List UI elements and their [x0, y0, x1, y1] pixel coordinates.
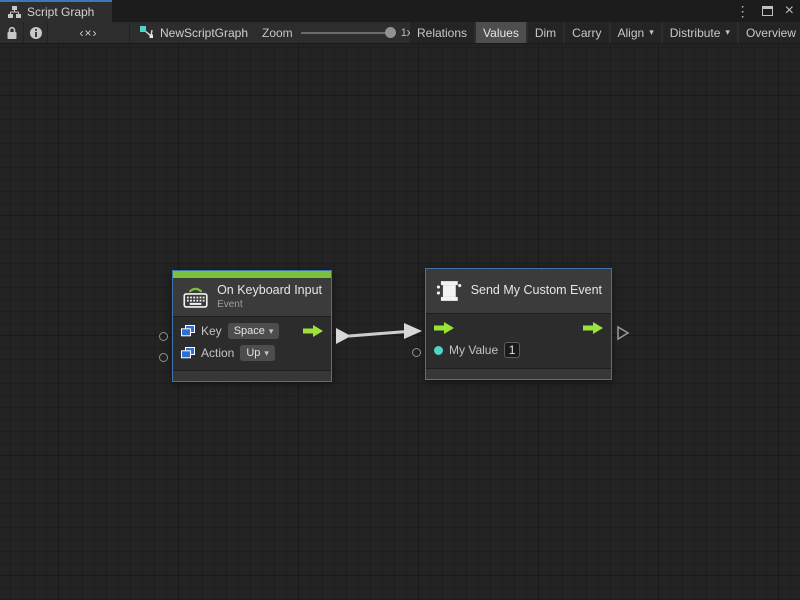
chevron-down-icon: ▾ [269, 326, 274, 337]
node-body: Key Space ▾ Action [173, 316, 331, 370]
key-input-port[interactable] [159, 332, 168, 341]
custom-event-icon [435, 278, 463, 304]
port-row-my-value: My Value 1 [426, 339, 611, 361]
toolbar-button-values[interactable]: Values [476, 22, 526, 43]
code-icon: ‹×› [80, 26, 98, 40]
graph-asset-name: NewScriptGraph [160, 26, 248, 40]
node-title: On Keyboard Input [217, 283, 322, 299]
toolbar-button-carry[interactable]: Carry [565, 22, 608, 43]
event-stripe [173, 271, 331, 278]
key-dropdown[interactable]: Space ▾ [228, 323, 280, 339]
info-icon [29, 26, 43, 40]
flow-output-arrow-icon[interactable] [303, 325, 323, 337]
port-row-key: Key Space ▾ [173, 320, 331, 342]
flow-output-arrow-icon[interactable] [583, 322, 603, 334]
script-graph-window: Script Graph ⋮ × [0, 0, 800, 600]
flow-input-arrow-icon[interactable] [434, 322, 454, 334]
close-icon[interactable]: × [785, 0, 794, 22]
connection-wire [0, 44, 800, 600]
port-label: Key [201, 324, 222, 338]
node-header[interactable]: On Keyboard Input Event [173, 278, 331, 316]
zoom-control: Zoom 1x [262, 22, 412, 43]
node-on-keyboard-input[interactable]: On Keyboard Input Event Key Space ▾ [172, 270, 332, 382]
menu-icon[interactable]: ⋮ [736, 0, 750, 22]
graph-toolbar: ‹×› NewScriptGraph Zoom 1x Relations Val… [0, 22, 800, 44]
maximize-icon[interactable] [762, 6, 773, 16]
toolbar-button-group: Relations Values Dim Carry Align ▾ Distr… [410, 22, 800, 43]
node-body: My Value 1 [426, 313, 611, 368]
action-input-port[interactable] [159, 353, 168, 362]
my-value-input-port[interactable] [412, 348, 421, 357]
object-port-icon [181, 347, 195, 359]
node-header[interactable]: Send My Custom Event [426, 269, 611, 313]
flow-continue-port[interactable] [616, 325, 630, 341]
action-dropdown[interactable]: Up ▾ [240, 345, 275, 361]
graph-canvas[interactable]: On Keyboard Input Event Key Space ▾ [0, 44, 800, 600]
chevron-down-icon: ▾ [725, 27, 730, 38]
tab-title: Script Graph [27, 5, 94, 19]
zoom-slider[interactable] [301, 32, 393, 34]
info-button[interactable] [24, 22, 48, 43]
zoom-slider-knob[interactable] [385, 27, 396, 38]
node-footer [426, 368, 611, 379]
keyboard-icon [182, 285, 209, 310]
node-title: Send My Custom Event [471, 283, 602, 299]
toolbar-button-dim[interactable]: Dim [528, 22, 563, 43]
port-label: My Value [449, 343, 498, 357]
graph-asset[interactable]: NewScriptGraph [140, 22, 248, 43]
toolbar-left-group: ‹×› [0, 22, 130, 43]
tab-script-graph[interactable]: Script Graph [0, 0, 112, 22]
lock-button[interactable] [0, 22, 24, 43]
zoom-label: Zoom [262, 26, 293, 40]
my-value-input[interactable]: 1 [504, 342, 520, 358]
toolbar-button-relations[interactable]: Relations [410, 22, 474, 43]
toolbar-button-distribute[interactable]: Distribute ▾ [663, 22, 737, 43]
flow-row [426, 317, 611, 339]
toolbar-button-align[interactable]: Align ▾ [611, 22, 661, 43]
toolbar-button-overview[interactable]: Overview [739, 22, 800, 43]
node-footer [173, 370, 331, 381]
value-port-icon [434, 346, 443, 355]
chevron-down-icon: ▾ [649, 27, 654, 38]
chevron-down-icon: ▾ [264, 348, 269, 359]
hierarchy-icon [8, 6, 21, 18]
port-row-action: Action Up ▾ [173, 342, 331, 364]
port-label: Action [201, 346, 234, 360]
window-controls: ⋮ × [736, 0, 794, 22]
graph-asset-icon [140, 26, 154, 39]
node-subtitle: Event [217, 299, 322, 312]
object-port-icon [181, 325, 195, 337]
window-tab-bar: Script Graph ⋮ × [0, 0, 800, 22]
lock-icon [6, 26, 18, 40]
node-send-my-custom-event[interactable]: Send My Custom Event My Value 1 [425, 268, 612, 380]
code-toggle-button[interactable]: ‹×› [48, 22, 130, 43]
